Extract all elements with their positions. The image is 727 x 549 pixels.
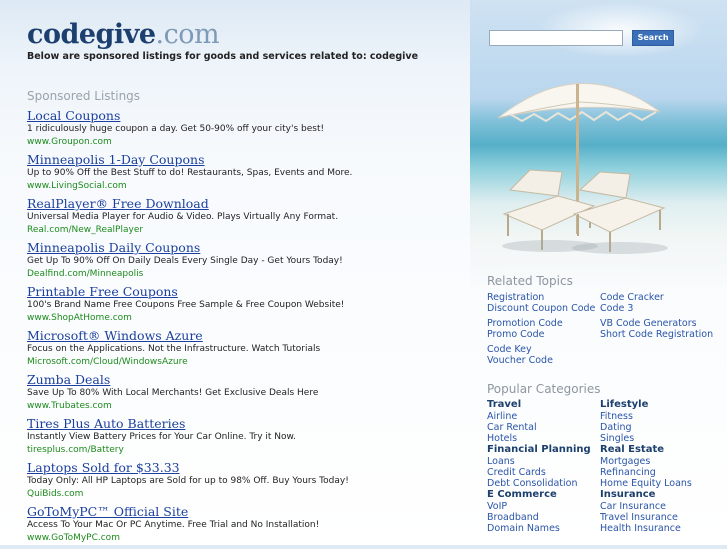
site-logo[interactable]: codegive.com — [27, 18, 220, 52]
related-topic-link[interactable]: Short Code Registration — [600, 329, 713, 340]
listing-item: Local Coupons 1 ridiculously huge coupon… — [27, 109, 467, 153]
listing-url[interactable]: www.ShopAtHome.com — [27, 312, 467, 325]
listing-url[interactable]: QuiBids.com — [27, 488, 467, 501]
listing-description: Up to 90% Off the Best Stuff to do! Rest… — [27, 168, 353, 178]
category-item-link[interactable]: Mortgages — [600, 456, 718, 467]
listing-url[interactable]: www.LivingSocial.com — [27, 180, 467, 193]
search-form: Search — [489, 27, 675, 46]
listing-item: Minneapolis Daily Coupons Get Up To 90% … — [27, 241, 467, 285]
listing-description: Access To Your Mac Or PC Anytime. Free T… — [27, 520, 320, 530]
listing-description: Instantly View Battery Prices for Your C… — [27, 432, 296, 442]
sponsored-listings: Local Coupons 1 ridiculously huge coupon… — [27, 109, 467, 549]
related-topic-link[interactable]: VB Code Generators — [600, 318, 697, 329]
related-topic-link[interactable]: Promotion Code — [487, 318, 563, 329]
category-item-link[interactable]: VoIP — [487, 501, 605, 512]
listing-description: 100's Brand Name Free Coupons Free Sampl… — [27, 300, 345, 310]
category-item-link[interactable]: Airline — [487, 411, 605, 422]
related-topic-link[interactable]: Voucher Code — [487, 355, 553, 366]
category-item-link[interactable]: Car Rental — [487, 422, 605, 433]
listing-description: Save Up To 80% With Local Merchants! Get… — [27, 388, 319, 398]
related-topic-link[interactable]: Code Cracker — [600, 292, 664, 303]
listing-title-link[interactable]: Minneapolis Daily Coupons — [27, 241, 467, 255]
category-item-link[interactable]: Domain Names — [487, 523, 605, 534]
listing-item: RealPlayer® Free Download Universal Medi… — [27, 197, 467, 241]
listing-title-link[interactable]: GoToMyPC™ Official Site — [27, 505, 467, 519]
category-heading-link[interactable]: Financial Planning — [487, 444, 605, 456]
logo-name: codegive — [27, 19, 156, 50]
listing-url[interactable]: Real.com/New_RealPlayer — [27, 224, 467, 237]
listing-url[interactable]: Dealfind.com/Minneapolis — [27, 268, 467, 281]
category-group: Real Estate Mortgages Refinancing Home E… — [600, 444, 718, 489]
category-item-link[interactable]: Travel Insurance — [600, 512, 718, 523]
category-item-link[interactable]: Home Equity Loans — [600, 478, 718, 489]
listing-url[interactable]: Microsoft.com/Cloud/WindowsAzure — [27, 356, 467, 369]
listing-title-link[interactable]: Local Coupons — [27, 109, 467, 123]
category-item-link[interactable]: Debt Consolidation — [487, 478, 605, 489]
listing-item: GoToMyPC™ Official Site Access To Your M… — [27, 505, 467, 549]
category-item-link[interactable]: Fitness — [600, 411, 718, 422]
category-item-link[interactable]: Refinancing — [600, 467, 718, 478]
listing-item: Tires Plus Auto Batteries Instantly View… — [27, 417, 467, 461]
category-group: Financial Planning Loans Credit Cards De… — [487, 444, 605, 489]
category-group: E Commerce VoIP Broadband Domain Names — [487, 489, 605, 534]
listing-url[interactable]: tiresplus.com/Battery — [27, 444, 467, 457]
listing-description: 1 ridiculously huge coupon a day. Get 50… — [27, 124, 325, 134]
listing-title-link[interactable]: Minneapolis 1-Day Coupons — [27, 153, 467, 167]
category-item-link[interactable]: Health Insurance — [600, 523, 718, 534]
category-heading-link[interactable]: E Commerce — [487, 489, 605, 501]
category-heading-link[interactable]: Lifestyle — [600, 399, 718, 411]
category-heading-link[interactable]: Travel — [487, 399, 605, 411]
popular-categories-heading: Popular Categories — [487, 382, 601, 396]
listing-title-link[interactable]: Tires Plus Auto Batteries — [27, 417, 467, 431]
logo-tld: .com — [155, 19, 220, 50]
listing-title-link[interactable]: RealPlayer® Free Download — [27, 197, 467, 211]
related-topics-heading: Related Topics — [487, 274, 573, 288]
listing-title-link[interactable]: Microsoft® Windows Azure — [27, 329, 467, 343]
site-tagline: Below are sponsored listings for goods a… — [27, 51, 419, 62]
category-item-link[interactable]: Dating — [600, 422, 718, 433]
related-topic-link[interactable]: Discount Coupon Code — [487, 303, 595, 314]
category-item-link[interactable]: Car Insurance — [600, 501, 718, 512]
listing-title-link[interactable]: Zumba Deals — [27, 373, 467, 387]
listing-title-link[interactable]: Printable Free Coupons — [27, 285, 467, 299]
category-item-link[interactable]: Broadband — [487, 512, 605, 523]
listing-item: Minneapolis 1-Day Coupons Up to 90% Off … — [27, 153, 467, 197]
category-group: Insurance Car Insurance Travel Insurance… — [600, 489, 718, 534]
listing-item: Microsoft® Windows Azure Focus on the Ap… — [27, 329, 467, 373]
related-topic-link[interactable]: Code 3 — [600, 303, 633, 314]
sponsored-listings-heading: Sponsored Listings — [27, 89, 141, 103]
category-group: Travel Airline Car Rental Hotels — [487, 399, 605, 444]
listing-item: Zumba Deals Save Up To 80% With Local Me… — [27, 373, 467, 417]
related-topic-link[interactable]: Promo Code — [487, 329, 544, 340]
listing-url[interactable]: www.Groupon.com — [27, 136, 467, 149]
listing-item: Printable Free Coupons 100's Brand Name … — [27, 285, 467, 329]
listing-description: Get Up To 90% Off On Daily Deals Every S… — [27, 256, 343, 266]
listing-description: Today Only: All HP Laptops are Sold for … — [27, 476, 349, 486]
category-item-link[interactable]: Loans — [487, 456, 605, 467]
related-topic-link[interactable]: Code Key — [487, 344, 532, 355]
category-item-link[interactable]: Credit Cards — [487, 467, 605, 478]
search-input[interactable] — [489, 29, 623, 46]
listing-item: Laptops Sold for $33.33 Today Only: All … — [27, 461, 467, 505]
listing-url[interactable]: www.GoToMyPC.com — [27, 532, 467, 545]
listing-title-link[interactable]: Laptops Sold for $33.33 — [27, 461, 467, 475]
listing-url[interactable]: www.Trubates.com — [27, 400, 467, 413]
category-heading-link[interactable]: Insurance — [600, 489, 718, 501]
listing-description: Focus on the Applications. Not the Infra… — [27, 344, 321, 354]
category-heading-link[interactable]: Real Estate — [600, 444, 718, 456]
search-button[interactable]: Search — [632, 29, 675, 46]
category-item-link[interactable]: Hotels — [487, 433, 605, 444]
listing-description: Universal Media Player for Audio & Video… — [27, 212, 339, 222]
related-topic-link[interactable]: Registration — [487, 292, 544, 303]
category-item-link[interactable]: Singles — [600, 433, 718, 444]
category-group: Lifestyle Fitness Dating Singles — [600, 399, 718, 444]
